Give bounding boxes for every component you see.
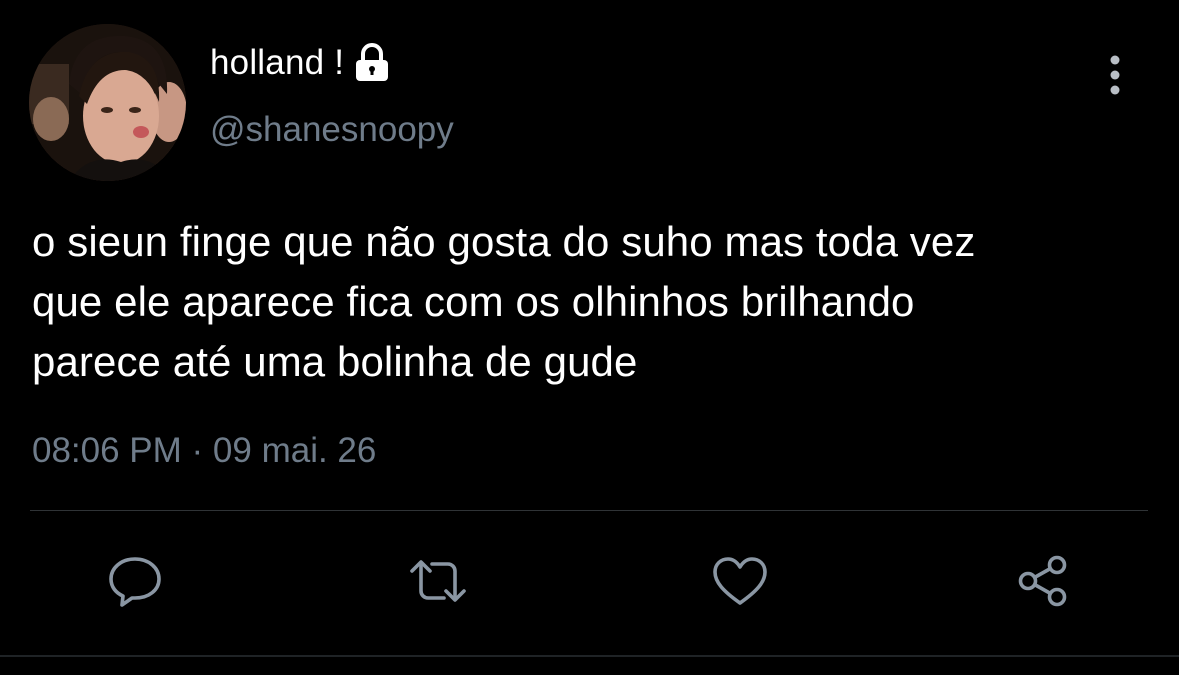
timestamp[interactable]: 08:06 PM · 09 mai. 26 xyxy=(32,428,376,474)
display-name-row[interactable]: holland ! xyxy=(210,40,390,86)
like-icon xyxy=(709,551,771,616)
username[interactable]: @shanesnoopy xyxy=(210,107,454,153)
action-bar xyxy=(0,548,1179,618)
divider xyxy=(30,510,1148,511)
tweet-card: holland ! @shanesnoopy o sieun finge que… xyxy=(0,0,1179,675)
avatar[interactable] xyxy=(29,24,186,181)
like-button[interactable] xyxy=(705,548,775,618)
tweet-text-line: que ele aparece fica com os olhinhos bri… xyxy=(32,278,915,325)
tweet-text-line: o sieun finge que não gosta do suho mas … xyxy=(32,218,976,265)
tweet-text: o sieun finge que não gosta do suho mas … xyxy=(32,212,1162,392)
avatar-photo xyxy=(29,24,186,181)
share-button[interactable] xyxy=(1008,548,1078,618)
lock-icon xyxy=(354,43,390,83)
tweet-text-line: parece até uma bolinha de gude xyxy=(32,338,638,385)
reply-icon xyxy=(105,551,165,616)
share-icon xyxy=(1013,551,1073,616)
display-name[interactable]: holland ! xyxy=(210,40,344,86)
retweet-button[interactable] xyxy=(403,548,473,618)
reply-button[interactable] xyxy=(100,548,170,618)
more-vertical-icon[interactable] xyxy=(1100,52,1130,98)
bottom-border xyxy=(0,655,1179,657)
retweet-icon xyxy=(406,551,470,616)
